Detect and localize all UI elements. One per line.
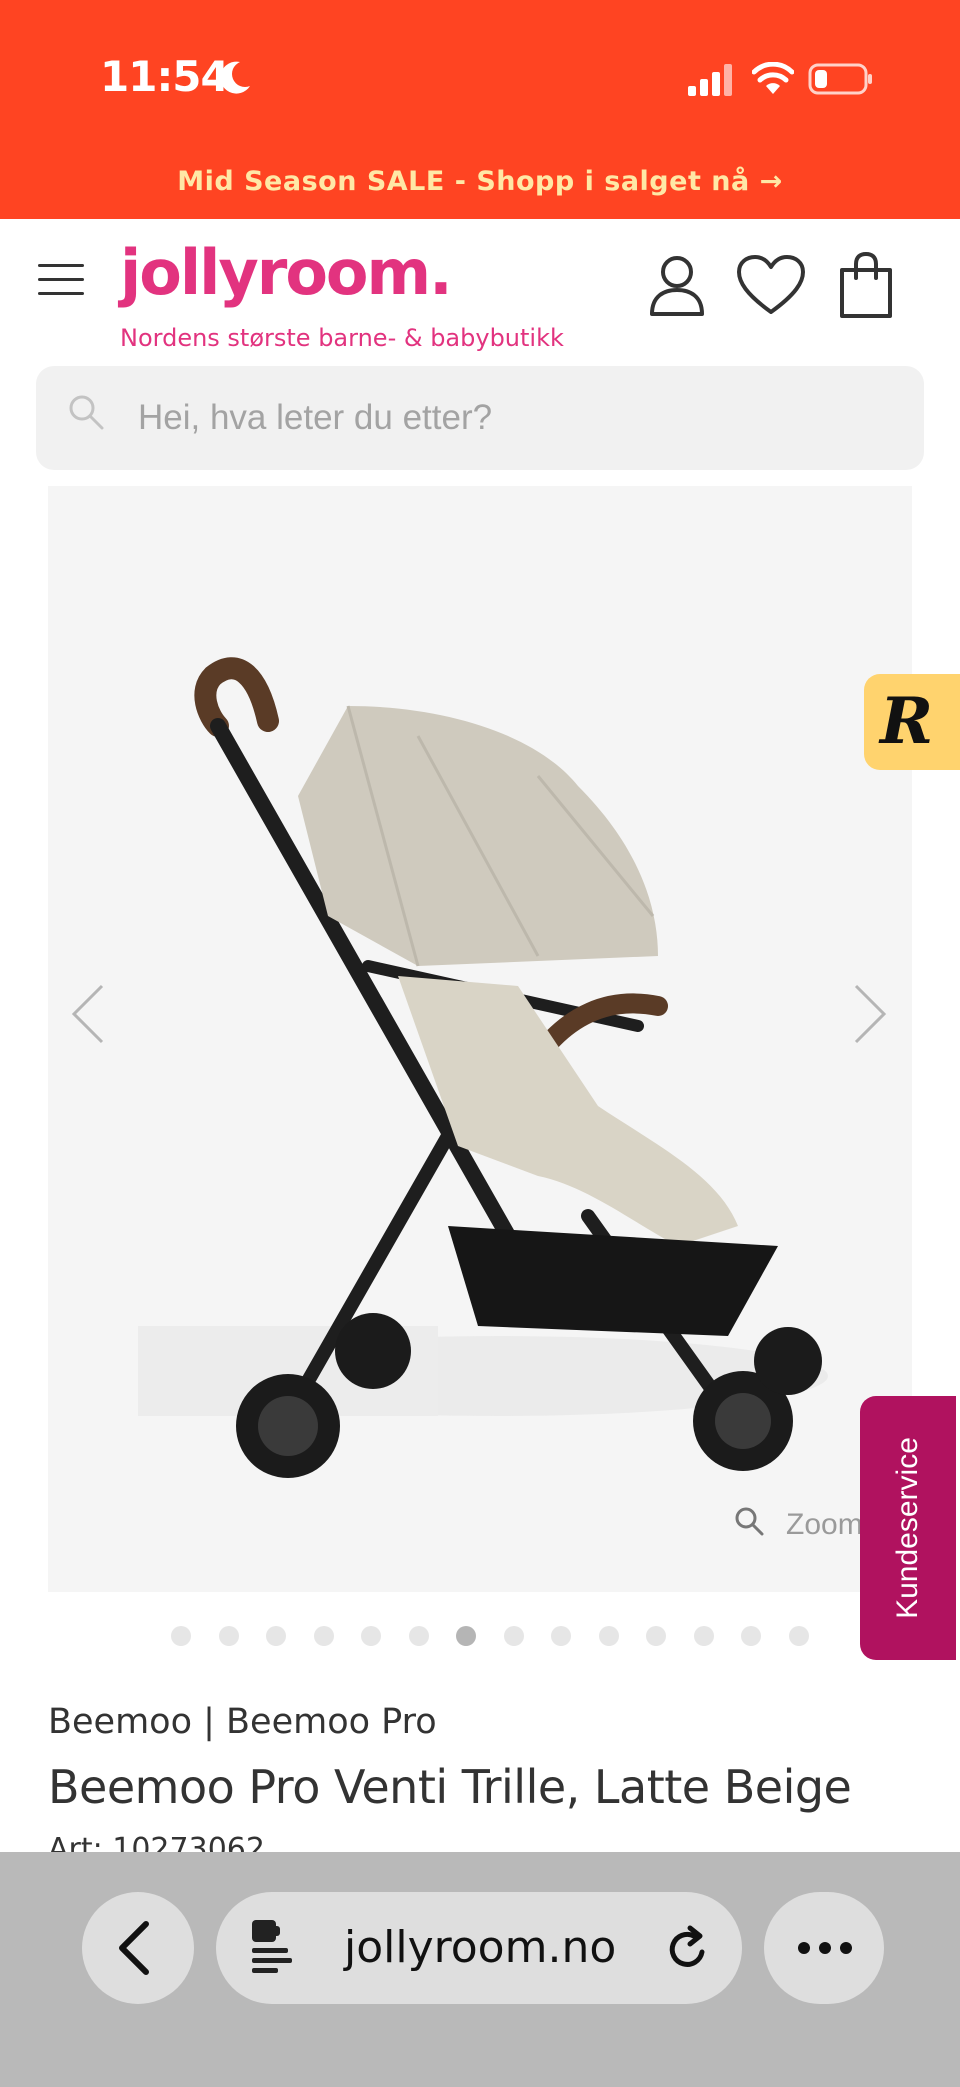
gallery-dot[interactable] — [551, 1626, 571, 1646]
heart-icon[interactable] — [736, 254, 806, 316]
gallery-dot[interactable] — [171, 1626, 191, 1646]
gallery-dot[interactable] — [741, 1626, 761, 1646]
gallery-dot[interactable] — [313, 1626, 334, 1646]
previous-image-arrow[interactable] — [70, 982, 106, 1046]
shopping-bag-icon[interactable] — [838, 252, 894, 318]
gallery-dot[interactable] — [266, 1626, 286, 1646]
user-icon[interactable] — [648, 254, 706, 316]
reload-icon[interactable] — [664, 1924, 712, 1974]
product-brand-link[interactable]: Beemoo | Beemoo Pro — [48, 1702, 437, 1742]
gallery-pagination[interactable] — [171, 1626, 811, 1648]
more-dots-icon — [798, 1942, 852, 1954]
gallery-dot[interactable] — [456, 1626, 476, 1646]
stroller-illustration — [138, 657, 828, 1478]
sale-banner-link[interactable]: Mid Season SALE - Shopp i salget nå → — [0, 166, 960, 197]
menu-icon[interactable] — [38, 264, 84, 298]
gallery-dot[interactable] — [503, 1626, 524, 1646]
product-image[interactable] — [48, 486, 912, 1592]
logo[interactable]: jollyroom. — [120, 236, 453, 309]
reader-extension-icon[interactable] — [248, 1918, 296, 1978]
gallery-dot[interactable] — [693, 1626, 714, 1646]
gallery-dot[interactable] — [408, 1626, 429, 1646]
address-bar-url: jollyroom.no — [344, 1922, 617, 1973]
zoom-icon[interactable] — [734, 1506, 764, 1536]
moon-icon — [220, 61, 250, 94]
next-image-arrow[interactable] — [852, 982, 888, 1046]
product-title: Beemoo Pro Venti Trille, Latte Beige — [48, 1760, 852, 1814]
tagline: Nordens største barne- & babybutikk — [120, 324, 564, 352]
search-placeholder: Hei, hva leter du etter? — [138, 398, 493, 437]
status-time: 11:54 — [100, 52, 230, 101]
gallery-dot[interactable] — [598, 1626, 619, 1646]
gallery-dot[interactable] — [646, 1626, 666, 1646]
battery-icon — [808, 63, 872, 95]
gallery-dot[interactable] — [218, 1626, 239, 1646]
customer-service-label: Kundeservice — [891, 1437, 924, 1619]
signal-icon — [688, 64, 732, 96]
wifi-icon — [752, 62, 794, 94]
review-badge-letter: R — [880, 684, 934, 759]
zoom-label[interactable]: Zoom — [786, 1508, 863, 1542]
search-icon — [69, 395, 104, 430]
gallery-dot[interactable] — [361, 1626, 381, 1646]
back-chevron-icon — [119, 1921, 149, 1975]
gallery-dot[interactable] — [788, 1626, 809, 1646]
